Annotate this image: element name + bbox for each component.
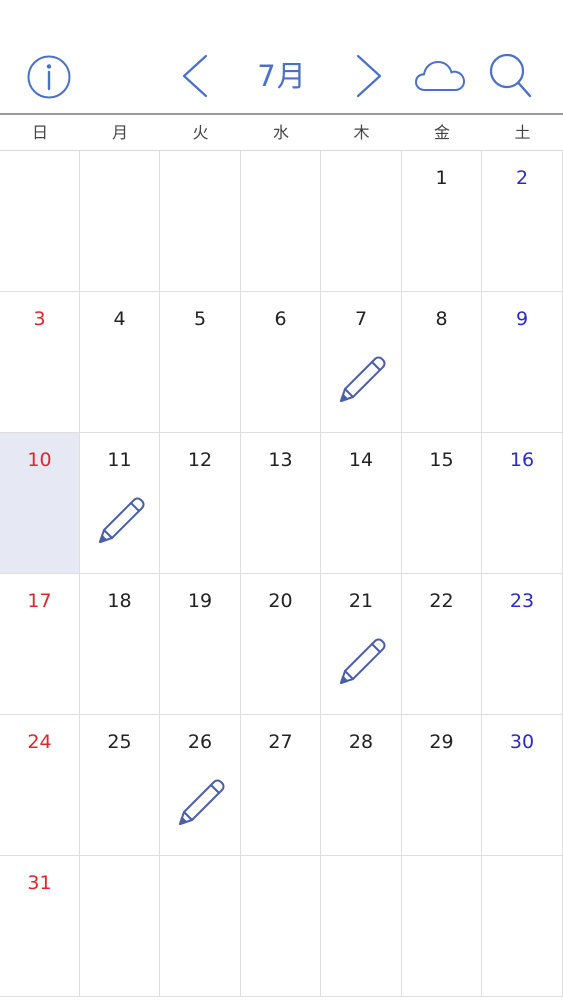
day-number: 5	[193, 308, 207, 330]
day-cell-13[interactable]: 13	[241, 433, 321, 574]
day-number: 11	[107, 449, 132, 471]
day-number: 29	[429, 731, 454, 753]
day-cell-27[interactable]: 27	[241, 715, 321, 856]
day-number: 28	[348, 731, 374, 753]
day-cell-30[interactable]: 30	[482, 715, 563, 856]
day-number: 31	[27, 872, 52, 894]
day-cell-19[interactable]: 19	[160, 574, 241, 715]
empty-day-cell[interactable]	[241, 856, 321, 997]
day-cell-5[interactable]: 5	[160, 292, 241, 433]
empty-day-cell[interactable]	[321, 856, 402, 997]
day-number: 17	[27, 590, 52, 612]
day-number: 9	[515, 308, 529, 330]
day-cell-9[interactable]: 9	[482, 292, 563, 433]
day-number: 23	[509, 590, 535, 612]
day-number: 7	[354, 308, 368, 330]
day-cell-7[interactable]: 7	[321, 292, 402, 433]
day-cell-26[interactable]: 26	[160, 715, 241, 856]
chevron-left-icon	[182, 54, 208, 98]
prev-month-button[interactable]	[176, 52, 212, 100]
day-cell-21[interactable]: 21	[321, 574, 402, 715]
weekday-label-wed: 水	[272, 123, 289, 142]
weekday-header-row: 日月火水木金土	[0, 116, 563, 150]
weekday-label-fri: 金	[433, 123, 450, 142]
day-number: 1	[435, 167, 448, 189]
day-number: 6	[274, 308, 287, 330]
chevron-right-icon	[356, 54, 382, 98]
day-cell-12[interactable]: 12	[160, 433, 241, 574]
calendar-app: 7月 日月火水木金土 1 2 3 4 5 6 7 8 9 10 11 12 13 14 15 16 17 18 19…	[0, 0, 563, 1000]
day-cell-15[interactable]: 15	[402, 433, 482, 574]
day-cell-17[interactable]: 17	[0, 574, 80, 715]
day-number: 8	[435, 308, 448, 330]
search-icon	[489, 53, 532, 98]
empty-day-cell[interactable]	[402, 856, 482, 997]
day-cell-23[interactable]: 23	[482, 574, 563, 715]
day-number: 22	[429, 590, 454, 612]
cloud-sync-button[interactable]	[414, 56, 466, 94]
day-cell-4[interactable]: 4	[80, 292, 160, 433]
empty-day-cell[interactable]	[80, 151, 160, 292]
pencil-icon	[336, 352, 390, 406]
empty-day-cell[interactable]	[0, 151, 80, 292]
day-cell-11[interactable]: 11	[80, 433, 160, 574]
day-cell-14[interactable]: 14	[321, 433, 402, 574]
day-cell-31[interactable]: 31	[0, 856, 80, 997]
header-divider	[0, 113, 563, 115]
weekday-label-mon: 月	[111, 123, 128, 142]
day-number: 3	[33, 308, 46, 330]
day-cell-20[interactable]: 20	[241, 574, 321, 715]
day-cell-28[interactable]: 28	[321, 715, 402, 856]
day-number: 15	[429, 449, 454, 471]
day-cell-24[interactable]: 24	[0, 715, 80, 856]
empty-day-cell[interactable]	[482, 856, 563, 997]
weekday-label-thu: 木	[353, 123, 370, 142]
search-button[interactable]	[488, 52, 534, 100]
day-number: 16	[509, 449, 535, 471]
day-number: 4	[113, 308, 126, 330]
day-number: 10	[27, 449, 52, 471]
day-number: 18	[107, 590, 132, 612]
day-cell-3[interactable]: 3	[0, 292, 80, 433]
month-grid: 1 2 3 4 5 6 7 8 9 10 11 12 13 14 15 16 17 18 19 20 21 22 23 24 2…	[0, 150, 563, 1000]
day-cell-18[interactable]: 18	[80, 574, 160, 715]
next-month-button[interactable]	[352, 52, 388, 100]
month-title: 7月	[257, 59, 307, 93]
day-cell-2[interactable]: 2	[482, 151, 563, 292]
day-number: 12	[187, 449, 213, 471]
day-number: 14	[348, 449, 374, 471]
day-number: 19	[187, 590, 213, 612]
day-cell-8[interactable]: 8	[402, 292, 482, 433]
day-number: 30	[509, 731, 535, 753]
weekday-label-tue: 火	[192, 123, 209, 142]
pencil-icon	[95, 493, 149, 547]
cloud-icon	[415, 61, 465, 91]
day-number: 2	[515, 167, 529, 189]
empty-day-cell[interactable]	[241, 151, 321, 292]
day-cell-29[interactable]: 29	[402, 715, 482, 856]
empty-day-cell[interactable]	[80, 856, 160, 997]
info-icon[interactable]	[26, 54, 72, 100]
weekday-label-sat: 土	[514, 123, 531, 142]
day-number: 25	[107, 731, 132, 753]
empty-day-cell[interactable]	[160, 856, 241, 997]
empty-day-cell[interactable]	[160, 151, 241, 292]
day-number: 26	[187, 731, 213, 753]
header-bar: 7月	[0, 0, 563, 115]
day-cell-6[interactable]: 6	[241, 292, 321, 433]
day-cell-16[interactable]: 16	[482, 433, 563, 574]
pencil-icon	[336, 634, 390, 688]
day-cell-10[interactable]: 10	[0, 433, 80, 574]
day-cell-22[interactable]: 22	[402, 574, 482, 715]
empty-day-cell[interactable]	[321, 151, 402, 292]
day-number: 20	[268, 590, 293, 612]
pencil-icon	[175, 775, 229, 829]
day-number: 24	[27, 731, 52, 753]
day-number: 21	[348, 590, 374, 612]
weekday-label-sun: 日	[31, 123, 48, 142]
day-cell-1[interactable]: 1	[402, 151, 482, 292]
day-cell-25[interactable]: 25	[80, 715, 160, 856]
day-number: 27	[268, 731, 293, 753]
day-number: 13	[268, 449, 293, 471]
